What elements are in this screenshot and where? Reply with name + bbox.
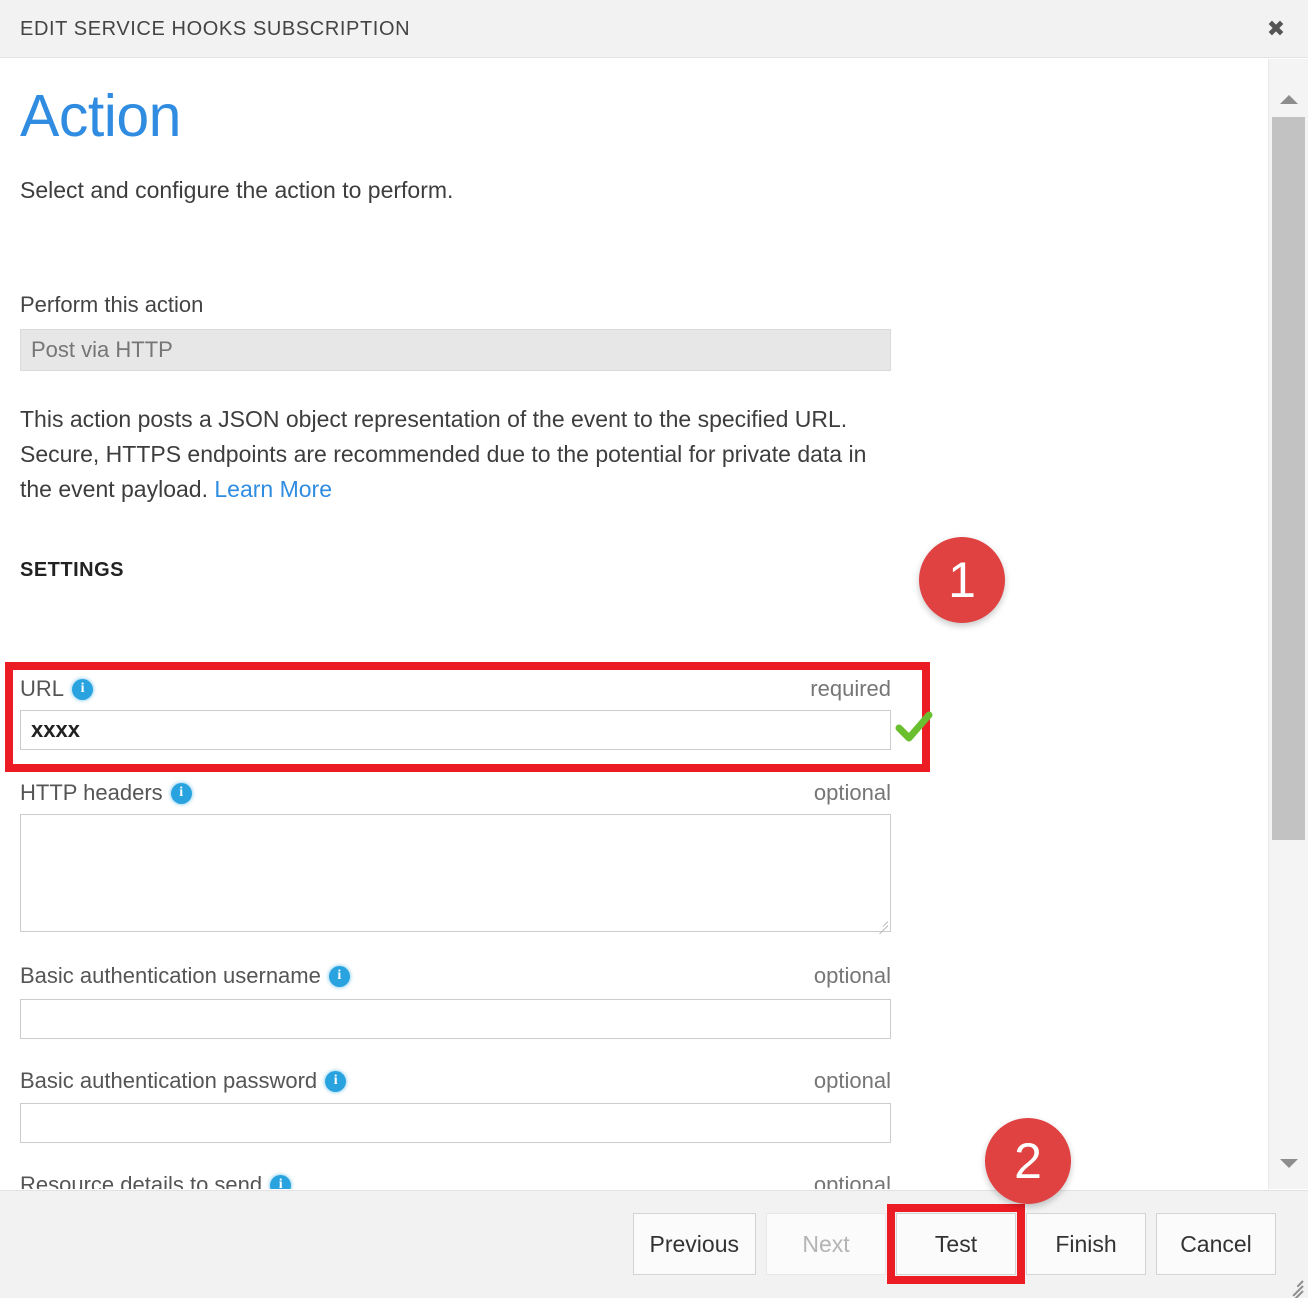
test-button[interactable]: Test xyxy=(896,1213,1016,1275)
basic-auth-password-requirement: optional xyxy=(0,1068,891,1094)
action-description: This action posts a JSON object represen… xyxy=(20,402,900,507)
test-button-wrap: Test xyxy=(896,1213,1016,1275)
basic-auth-username-input[interactable] xyxy=(20,999,891,1039)
close-icon[interactable]: ✖ xyxy=(1258,12,1294,46)
edit-service-hooks-subscription-dialog: EDIT SERVICE HOOKS SUBSCRIPTION ✖ Action… xyxy=(0,0,1308,1298)
scroll-up-triangle xyxy=(1280,95,1298,104)
dialog-title: EDIT SERVICE HOOKS SUBSCRIPTION xyxy=(20,18,410,41)
footer-button-row: Previous Next Test Finish Cancel xyxy=(633,1213,1276,1275)
settings-heading: SETTINGS xyxy=(20,559,124,582)
scrollbar-thumb[interactable] xyxy=(1272,117,1305,840)
next-button-wrap: Next xyxy=(766,1213,886,1275)
cancel-button[interactable]: Cancel xyxy=(1156,1213,1276,1275)
dialog-footer: Previous Next Test Finish Cancel xyxy=(0,1190,1308,1298)
previous-button-wrap: Previous xyxy=(633,1213,756,1275)
scroll-down-arrow-icon[interactable] xyxy=(1269,1145,1308,1181)
annotation-badge-2: 2 xyxy=(985,1118,1071,1204)
http-headers-requirement: optional xyxy=(0,780,891,806)
page-title: Action xyxy=(20,87,181,146)
http-headers-textarea[interactable] xyxy=(20,814,891,932)
basic-auth-username-requirement: optional xyxy=(0,963,891,989)
valid-check-icon xyxy=(895,709,933,747)
dialog-resize-grip[interactable] xyxy=(1281,1272,1303,1294)
url-requirement: required xyxy=(0,676,891,702)
content-scrollbar[interactable] xyxy=(1268,59,1308,1189)
basic-auth-password-input[interactable] xyxy=(20,1103,891,1143)
cancel-button-wrap: Cancel xyxy=(1156,1213,1276,1275)
perform-action-label: Perform this action xyxy=(20,292,203,318)
perform-action-select[interactable]: Post via HTTP xyxy=(20,329,891,371)
scroll-down-triangle xyxy=(1280,1159,1298,1168)
next-button: Next xyxy=(766,1213,886,1275)
url-input[interactable] xyxy=(20,710,891,750)
dialog-titlebar: EDIT SERVICE HOOKS SUBSCRIPTION ✖ xyxy=(0,0,1308,58)
dialog-content: Action Select and configure the action t… xyxy=(0,59,1250,1189)
scroll-up-arrow-icon[interactable] xyxy=(1269,81,1308,117)
annotation-badge-1: 1 xyxy=(919,537,1005,623)
previous-button[interactable]: Previous xyxy=(633,1213,756,1275)
learn-more-link[interactable]: Learn More xyxy=(214,476,332,502)
action-description-text: This action posts a JSON object represen… xyxy=(20,406,866,502)
page-subtitle: Select and configure the action to perfo… xyxy=(20,177,453,204)
finish-button-wrap: Finish xyxy=(1026,1213,1146,1275)
resource-details-requirement: optional xyxy=(0,1172,891,1189)
finish-button[interactable]: Finish xyxy=(1026,1213,1146,1275)
